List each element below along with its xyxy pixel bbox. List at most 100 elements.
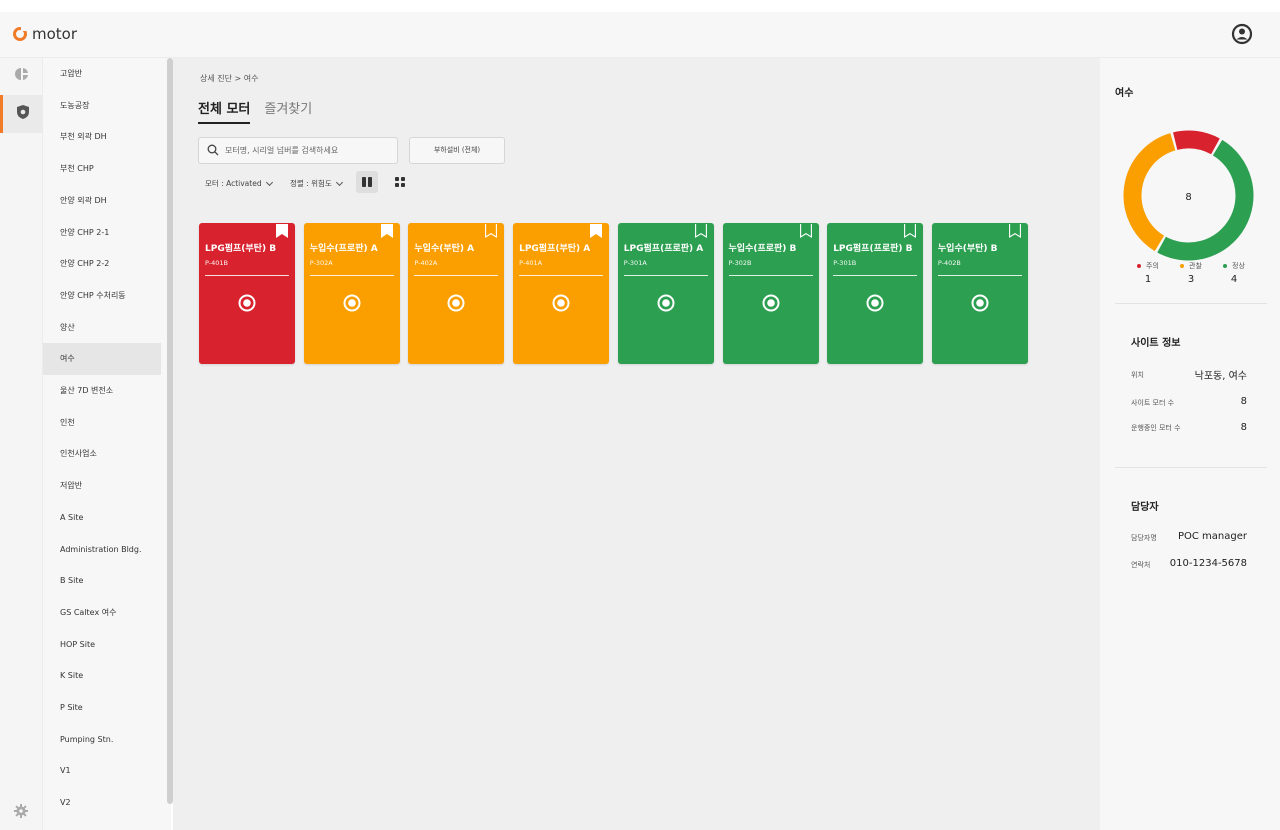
sidebar-site-item[interactable]: 부천 외곽 DH bbox=[43, 121, 161, 153]
search-box[interactable] bbox=[198, 137, 398, 164]
running-motor-count-value: 8 bbox=[1240, 422, 1247, 433]
contact-value: 010-1234-5678 bbox=[1169, 558, 1247, 569]
tab-favorites[interactable]: 즐겨찾기 bbox=[264, 98, 312, 124]
four-square-grid-icon bbox=[394, 173, 406, 192]
status-dot-icon bbox=[1223, 264, 1228, 268]
sidebar-site-item[interactable]: 도농공장 bbox=[43, 90, 161, 122]
bookmark-icon[interactable] bbox=[485, 223, 498, 238]
sidebar-site-item[interactable]: P Site bbox=[43, 692, 161, 724]
legend-label-text: 관찰 bbox=[1189, 262, 1202, 270]
sort-dropdown[interactable]: 정렬 : 위험도 bbox=[290, 178, 343, 189]
sidebar-site-item[interactable]: 울산 7D 변전소 bbox=[43, 375, 161, 407]
status-radio-icon bbox=[552, 294, 570, 312]
status-radio-icon bbox=[657, 294, 675, 312]
sidebar-site-item[interactable]: HOP Site bbox=[43, 629, 161, 661]
motor-card[interactable]: LPG펌프(프로판) B P-301B bbox=[827, 223, 924, 364]
motor-card[interactable]: 누입수(프로판) A P-302A bbox=[303, 223, 400, 364]
rail-dashboard[interactable] bbox=[0, 56, 43, 94]
card-divider bbox=[309, 275, 394, 276]
status-dot-icon bbox=[1137, 264, 1142, 268]
sidebar-site-item[interactable]: A Site bbox=[43, 502, 161, 534]
status-radio-icon bbox=[971, 294, 989, 312]
sidebar-site-item[interactable]: GS Caltex 여수 bbox=[43, 597, 161, 629]
motor-card[interactable]: LPG펌프(부탄) B P-401B bbox=[199, 223, 295, 364]
bookmark-icon[interactable] bbox=[380, 223, 393, 238]
large-card-view-button[interactable] bbox=[356, 171, 378, 193]
sidebar-site-item[interactable]: 여수 bbox=[43, 343, 161, 376]
search-input[interactable] bbox=[225, 146, 385, 155]
sidebar-site-item[interactable]: Administration Bldg. bbox=[43, 534, 161, 566]
two-column-grid-icon bbox=[361, 173, 373, 192]
divider bbox=[1115, 467, 1267, 468]
status-dot-icon bbox=[1180, 264, 1185, 268]
motor-card[interactable]: LPG펌프(프로판) A P-301A bbox=[617, 223, 714, 364]
bookmark-icon[interactable] bbox=[590, 223, 603, 238]
legend-value: 4 bbox=[1230, 274, 1238, 285]
motor-code: P-302A bbox=[309, 259, 333, 267]
sidebar-site-item[interactable]: 인천사업소 bbox=[43, 438, 161, 470]
card-divider bbox=[833, 275, 918, 276]
legend-item: 정상 4 bbox=[1209, 261, 1259, 285]
sidebar-site-item[interactable]: B Site bbox=[43, 565, 161, 597]
sidebar-site-item[interactable]: 인천 bbox=[43, 407, 161, 439]
sidebar-site-item[interactable]: 안양 외곽 DH bbox=[43, 185, 161, 217]
icon-rail bbox=[0, 58, 43, 830]
motor-card[interactable]: 누입수(프로판) B P-302B bbox=[722, 223, 819, 364]
user-account-icon[interactable] bbox=[1231, 23, 1253, 45]
divider bbox=[1115, 303, 1267, 304]
bookmark-icon[interactable] bbox=[1008, 223, 1021, 238]
motor-card[interactable]: 누입수(부탄) A P-402A bbox=[408, 223, 505, 364]
contact-label: 연락처 bbox=[1131, 561, 1151, 569]
motor-status-dropdown[interactable]: 모터 : Activated bbox=[205, 178, 273, 189]
donut-segment bbox=[1157, 139, 1254, 261]
settings-gear-icon[interactable] bbox=[13, 803, 29, 819]
manager-name-label: 담당자명 bbox=[1131, 534, 1157, 542]
card-divider bbox=[937, 275, 1022, 276]
top-bar: motor bbox=[0, 12, 1280, 58]
bookmark-icon[interactable] bbox=[276, 223, 288, 238]
bookmark-icon[interactable] bbox=[694, 223, 707, 238]
logo[interactable]: motor bbox=[12, 25, 77, 43]
sidebar-site-item[interactable]: 고압반 bbox=[43, 58, 161, 90]
sidebar-site-item[interactable]: 안양 CHP 2-1 bbox=[43, 217, 161, 249]
manager-name-value: POC manager bbox=[1177, 531, 1247, 542]
sidebar-site-item[interactable]: 부천 CHP bbox=[43, 153, 161, 185]
site-motor-count-label: 사이트 모터 수 bbox=[1131, 399, 1175, 407]
sidebar-site-item[interactable]: Pumping Stn. bbox=[43, 724, 161, 756]
motor-code: P-301B bbox=[833, 259, 857, 267]
bookmark-icon[interactable] bbox=[799, 223, 812, 238]
motor-code: P-301A bbox=[623, 259, 647, 267]
sidebar-site-item[interactable]: K Site bbox=[43, 660, 161, 692]
motor-card[interactable]: LPG펌프(부탄) A P-401A bbox=[513, 223, 610, 364]
motor-status-donut-chart: 8 bbox=[1123, 130, 1254, 261]
bookmark-icon[interactable] bbox=[904, 223, 917, 238]
rail-motor-diagnosis[interactable] bbox=[0, 95, 43, 133]
status-radio-icon bbox=[762, 294, 780, 312]
small-card-view-button[interactable] bbox=[389, 171, 411, 193]
location-label: 위치 bbox=[1131, 371, 1144, 379]
sidebar-site-item[interactable]: 양산 bbox=[43, 312, 161, 344]
motor-name: 누입수(부탄) A bbox=[414, 244, 475, 254]
motor-name: LPG펌프(부탄) A bbox=[519, 244, 591, 254]
card-divider bbox=[414, 275, 499, 276]
status-radio-icon bbox=[343, 294, 361, 312]
sidebar-site-item[interactable]: 안양 CHP 2-2 bbox=[43, 248, 161, 280]
status-radio-icon bbox=[238, 294, 256, 312]
load-equipment-filter-button[interactable]: 부하설비 (전체) bbox=[409, 137, 505, 164]
motor-name: 누입수(부탄) B bbox=[937, 244, 998, 254]
motor-card[interactable]: 누입수(부탄) B P-402B bbox=[931, 223, 1028, 364]
motor-name: LPG펌프(프로판) A bbox=[623, 244, 704, 254]
tab-all-motors[interactable]: 전체 모터 bbox=[198, 98, 251, 124]
sidebar-site-item[interactable]: V2 bbox=[43, 787, 161, 819]
sidebar-site-item[interactable]: V1 bbox=[43, 755, 161, 787]
sidebar-site-item[interactable]: 저압반 bbox=[43, 470, 161, 502]
legend-label-text: 정상 bbox=[1232, 262, 1245, 270]
site-info-title: 사이트 정보 bbox=[1131, 338, 1181, 349]
sidebar-site-item[interactable]: 안양 CHP 수처리동 bbox=[43, 280, 161, 312]
motor-name: LPG펌프(부탄) B bbox=[205, 244, 277, 254]
motor-name: LPG펌프(프로판) B bbox=[833, 244, 913, 254]
sort-dropdown-label: 정렬 : 위험도 bbox=[290, 179, 332, 188]
status-radio-icon bbox=[866, 294, 884, 312]
running-motor-count-label: 운행중인 모터 수 bbox=[1131, 424, 1181, 432]
search-icon bbox=[207, 141, 219, 160]
